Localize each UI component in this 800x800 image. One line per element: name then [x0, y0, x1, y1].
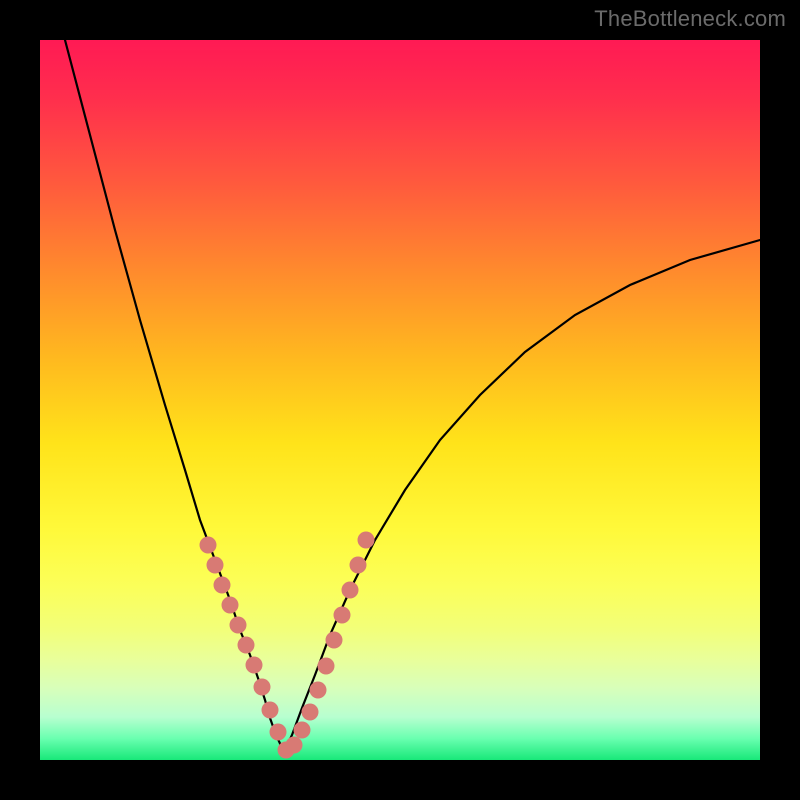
bead-marker — [326, 632, 343, 649]
bead-marker — [262, 702, 279, 719]
bead-marker — [222, 597, 239, 614]
bead-marker — [230, 617, 247, 634]
bead-marker — [358, 532, 375, 549]
chart-frame: TheBottleneck.com — [0, 0, 800, 800]
watermark-text: TheBottleneck.com — [594, 6, 786, 32]
bead-marker — [270, 724, 287, 741]
bead-marker — [246, 657, 263, 674]
bead-marker — [207, 557, 224, 574]
curve-right — [284, 240, 760, 752]
bead-marker — [254, 679, 271, 696]
bead-marker — [200, 537, 217, 554]
bead-marker — [302, 704, 319, 721]
bead-marker — [294, 722, 311, 739]
bead-markers — [200, 532, 375, 759]
bead-marker — [334, 607, 351, 624]
bead-marker — [342, 582, 359, 599]
bead-marker — [318, 658, 335, 675]
plot-area — [40, 40, 760, 760]
bead-marker — [310, 682, 327, 699]
curve-layer — [40, 40, 760, 760]
bead-marker — [350, 557, 367, 574]
bead-marker — [214, 577, 231, 594]
bead-marker — [286, 737, 303, 754]
bead-marker — [238, 637, 255, 654]
